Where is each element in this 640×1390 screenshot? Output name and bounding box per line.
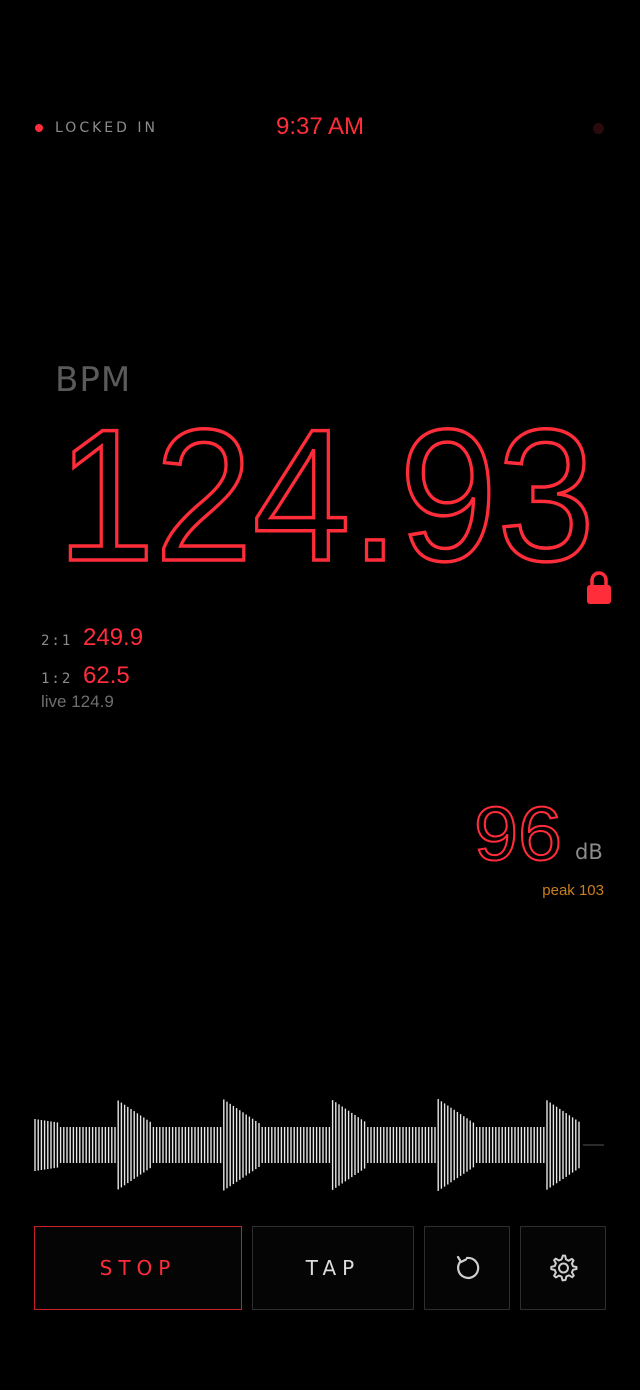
half-tempo-row: 1:2 62.5 [41,662,130,690]
settings-button[interactable] [520,1226,606,1310]
reset-button[interactable] [424,1226,510,1310]
peak-level: peak 103 [542,882,604,899]
clock-time: 9:37 AM [275,113,365,140]
waveform [34,1099,604,1191]
db-unit: dB [575,840,603,864]
half-tempo-value: 62.5 [83,662,130,689]
tap-button[interactable]: TAP [252,1226,414,1310]
half-ratio-label: 1:2 [41,671,73,687]
bpm-value: 124.93 [57,400,595,580]
db-value: 96 [474,792,562,870]
bpm-label: BPM [55,360,132,400]
double-tempo-row: 2:1 249.9 [41,624,143,652]
bpm-readout: 124.93 [55,400,597,580]
live-bpm: live 124.9 [41,692,114,711]
double-tempo-value: 249.9 [83,624,144,651]
waveform-bars [34,1099,604,1191]
gear-icon [550,1254,578,1282]
double-ratio-label: 2:1 [41,633,73,649]
stop-button[interactable]: STOP [34,1226,242,1310]
record-indicator-dot [593,123,604,134]
reset-icon [456,1255,480,1279]
db-readout: 96 [473,791,563,870]
lock-icon[interactable] [586,571,612,605]
